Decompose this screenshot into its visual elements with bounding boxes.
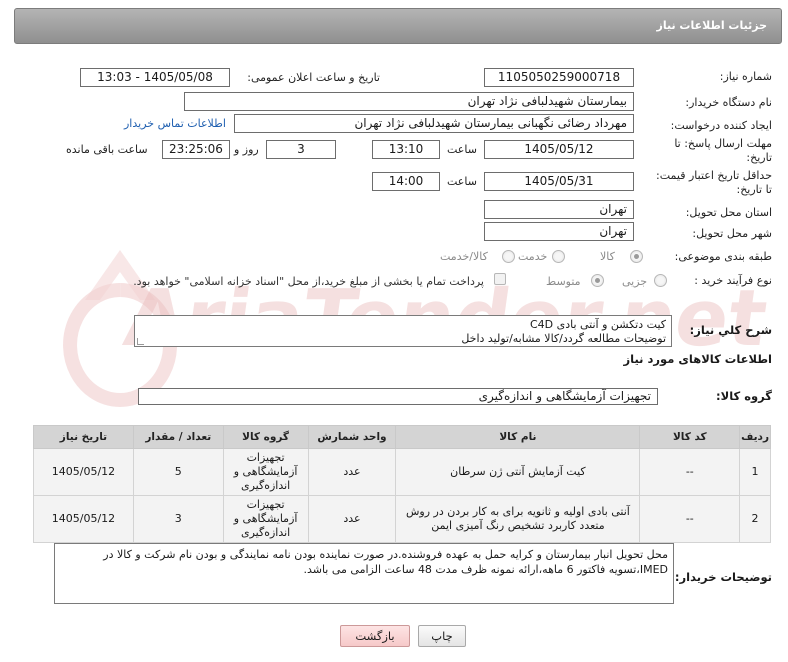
process-option-minor: جزیی	[622, 275, 648, 288]
need-details-page: AriaTender.net جزئیات اطلاعات نیاز شماره…	[0, 0, 788, 662]
cell-row: 1	[739, 448, 771, 496]
cell-name: کیت آزمایش آنتی ژن سرطان	[395, 448, 641, 496]
col-group: گروه کالا	[222, 425, 309, 449]
table-row: 2 -- آنتی بادی اولیه و ثانویه برای به کا…	[33, 495, 771, 543]
category-option-service: خدمت	[518, 250, 548, 263]
deadline-label-line2: تاریخ:	[746, 151, 772, 164]
validity-time-label: ساعت	[447, 175, 477, 188]
need-number-field[interactable]: 1105050259000718	[484, 68, 634, 87]
announce-datetime-field[interactable]: 1405/05/08 - 13:03	[80, 68, 230, 87]
category-option-goods: کالا	[600, 250, 615, 263]
announce-label: تاریخ و ساعت اعلان عمومی:	[247, 71, 380, 84]
cell-code: --	[639, 448, 741, 496]
process-radio-medium[interactable]	[591, 274, 604, 287]
city-label: شهر محل تحویل:	[692, 227, 772, 240]
deadline-time-field[interactable]: 13:10	[372, 140, 440, 159]
cell-quantity: 3	[132, 495, 224, 543]
validity-time-field[interactable]: 14:00	[372, 172, 440, 191]
treasury-payment-note: پرداخت تمام یا بخشی از مبلغ خرید،از محل …	[133, 275, 484, 288]
resize-handle[interactable]	[137, 338, 144, 345]
validity-label-line1: حداقل تاریخ اعتبار قیمت:	[656, 169, 772, 182]
goods-table: ردیف کد کالا نام کالا واحد شمارش گروه کا…	[33, 425, 771, 543]
table-row: 1 -- کیت آزمایش آنتی ژن سرطان عدد تجهیزا…	[33, 448, 771, 496]
treasury-payment-checkbox[interactable]	[494, 273, 506, 285]
print-button[interactable]: چاپ	[418, 625, 466, 647]
process-option-medium: متوسط	[546, 275, 581, 288]
back-button[interactable]: بازگشت	[340, 625, 410, 647]
province-field[interactable]: تهران	[484, 200, 634, 219]
col-code: کد کالا	[639, 425, 741, 449]
buyer-notes-label: توضیحات خریدار:	[674, 570, 772, 584]
buyer-contact-link[interactable]: اطلاعات تماس خریدار	[124, 117, 226, 130]
cell-group: تجهیزات آزمایشگاهی و اندازه‌گیری	[222, 495, 309, 543]
description-line-1: کیت دتکشن و آنتی بادی C4D	[529, 318, 666, 331]
cell-group: تجهیزات آزمایشگاهی و اندازه‌گیری	[222, 448, 309, 496]
buyer-org-label: نام دستگاه خریدار:	[685, 96, 772, 109]
remaining-time-field[interactable]: 23:25:06	[162, 140, 230, 159]
validity-label-line2: تا تاریخ:	[736, 183, 772, 196]
category-label: طبقه بندی موضوعی:	[674, 250, 772, 263]
col-row: ردیف	[739, 425, 771, 449]
process-type-label: نوع فرآیند خرید :	[694, 274, 772, 287]
cell-need-date: 1405/05/12	[33, 448, 134, 496]
cell-name: آنتی بادی اولیه و ثانویه برای به کار برد…	[395, 495, 641, 543]
process-radio-minor[interactable]	[654, 274, 667, 287]
col-quantity: تعداد / مقدار	[132, 425, 224, 449]
buyer-org-field[interactable]: بیمارستان شهیدلبافی نژاد تهران	[184, 92, 634, 111]
page-title: جزئیات اطلاعات نیاز	[656, 19, 768, 32]
remaining-time-label: ساعت باقی مانده	[66, 143, 148, 156]
days-label: روز و	[234, 143, 259, 156]
deadline-label-line1: مهلت ارسال پاسخ: تا	[674, 137, 772, 150]
col-unit: واحد شمارش	[307, 425, 397, 449]
goods-group-field[interactable]: تجهیزات آزمایشگاهی و اندازه‌گیری	[138, 388, 658, 405]
description-line-2: توضیحات مطالعه گردد/کالا مشابه/تولید داخ…	[461, 332, 666, 345]
category-radio-goods-service[interactable]	[502, 250, 515, 263]
cell-need-date: 1405/05/12	[33, 495, 134, 543]
category-radio-goods[interactable]	[630, 250, 643, 263]
city-field[interactable]: تهران	[484, 222, 634, 241]
need-number-label: شماره نیاز:	[719, 70, 772, 83]
requester-label: ایجاد کننده درخواست:	[670, 119, 772, 132]
buyer-notes-textarea[interactable]: محل تحویل انبار بیمارستان و کرایه حمل به…	[54, 543, 674, 604]
col-need-date: تاریخ نیاز	[33, 425, 134, 449]
cell-quantity: 5	[132, 448, 224, 496]
validity-date-field[interactable]: 1405/05/31	[484, 172, 634, 191]
cell-row: 2	[739, 495, 771, 543]
goods-group-label: گروه کالا:	[716, 389, 772, 403]
description-label: شرح کلي نياز:	[689, 323, 772, 337]
days-remaining-field[interactable]: 3	[266, 140, 336, 159]
goods-section-title: اطلاعات کالاهای مورد نیاز	[623, 352, 772, 366]
cell-code: --	[639, 495, 741, 543]
table-header-row: ردیف کد کالا نام کالا واحد شمارش گروه کا…	[33, 425, 771, 449]
province-label: استان محل تحویل:	[685, 206, 772, 219]
deadline-time-label: ساعت	[447, 143, 477, 156]
description-textarea[interactable]: کیت دتکشن و آنتی بادی C4D توضیحات مطالعه…	[134, 315, 672, 347]
deadline-date-field[interactable]: 1405/05/12	[484, 140, 634, 159]
category-radio-service[interactable]	[552, 250, 565, 263]
header-bar: جزئیات اطلاعات نیاز	[14, 8, 782, 44]
cell-unit: عدد	[307, 448, 397, 496]
cell-unit: عدد	[307, 495, 397, 543]
category-option-goods-service: کالا/خدمت	[440, 250, 488, 263]
requester-field[interactable]: مهرداد رضائی نگهبانی بیمارستان شهیدلبافی…	[234, 114, 634, 133]
col-name: نام کالا	[395, 425, 641, 449]
